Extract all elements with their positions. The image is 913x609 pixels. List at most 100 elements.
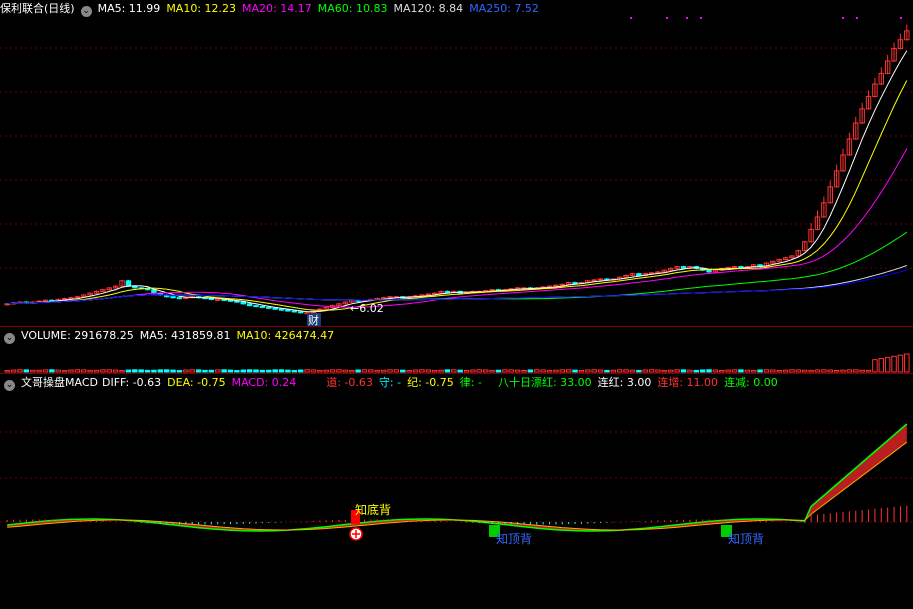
volume-bar [706, 369, 712, 373]
volume-bar [100, 369, 106, 373]
volume-bar [170, 369, 176, 373]
moving-average-lines [7, 50, 908, 313]
candle-body [234, 300, 240, 303]
volume-bar [725, 369, 731, 373]
candle-body [285, 309, 291, 312]
volume-bar [227, 369, 234, 373]
signal-dot [630, 17, 632, 19]
volume-bar [221, 369, 227, 373]
volume-bar [285, 369, 291, 373]
candle-body [559, 283, 566, 286]
volume-bar [578, 369, 585, 373]
volume-bar [674, 369, 680, 373]
volume-bar [374, 369, 380, 373]
signal-dot [686, 17, 688, 19]
volume-bar [591, 369, 597, 373]
volume-bar [348, 370, 355, 373]
volume-bar [712, 369, 719, 373]
volume-bar [49, 369, 55, 373]
volume-bars [4, 353, 910, 373]
volume-bar [431, 369, 438, 373]
candle-body [246, 303, 253, 307]
volume-bar [527, 369, 534, 373]
ma10-line [7, 80, 908, 311]
volume-bar [234, 370, 240, 373]
volume-bar [23, 369, 30, 373]
candle-body [151, 289, 157, 294]
volume-bar [808, 369, 814, 373]
volume-bar [4, 370, 10, 373]
volume-bar [521, 369, 527, 373]
low-price-label: ←6.02 [350, 302, 384, 315]
candle-body [259, 305, 266, 308]
candlestick-series [4, 24, 910, 315]
volume-bar [183, 369, 189, 373]
candle-body [272, 307, 278, 310]
volume-bar [597, 369, 604, 373]
candle-body [636, 273, 642, 276]
volume-bar [304, 369, 310, 373]
candle-body [297, 311, 304, 314]
volume-bar [853, 369, 859, 373]
volume-bar [215, 369, 221, 373]
volume-bar [61, 370, 68, 373]
volume-bar [897, 354, 904, 373]
volume-bar [616, 369, 623, 373]
candle-body [444, 290, 451, 293]
volume-bar [176, 370, 183, 373]
candle-body [431, 292, 438, 295]
volume-bar [495, 369, 502, 373]
candle-body [266, 306, 272, 309]
volume-bar [74, 369, 81, 373]
candle-body [227, 299, 234, 302]
volume-bar [770, 369, 776, 373]
volume-bar [636, 369, 642, 373]
volume-bar [559, 369, 566, 373]
stock-chart[interactable]: ←6.02 财知底背知顶背 知顶背 [0, 0, 913, 609]
volume-bar [412, 369, 419, 373]
volume-bar [457, 369, 463, 373]
volume-bar [782, 369, 789, 373]
volume-bar [323, 369, 329, 373]
top-div-label: 知顶背 [496, 532, 532, 546]
volume-bar [693, 369, 699, 373]
volume-bar [317, 369, 323, 373]
candle-body [125, 280, 132, 287]
volume-bar [208, 369, 215, 373]
volume-bar [393, 369, 400, 373]
candle-body [425, 293, 432, 296]
volume-bar [604, 369, 610, 373]
volume-bar [272, 369, 278, 373]
volume-bar [763, 369, 770, 373]
volume-bar [840, 369, 846, 373]
candle-body [132, 285, 138, 289]
volume-bar [119, 370, 125, 373]
volume-bar [814, 369, 821, 373]
volume-bar [195, 369, 202, 373]
ma20-line [7, 148, 908, 308]
volume-bar [878, 358, 885, 373]
volume-bar [846, 369, 853, 373]
volume-bar [163, 369, 170, 373]
volume-bar [29, 369, 36, 373]
volume-bar [144, 369, 151, 373]
candle-body [680, 266, 687, 269]
candle-body [215, 298, 221, 301]
volume-bar [342, 369, 349, 373]
candle-body [489, 289, 495, 292]
annotations: ←6.02 财知底背知顶背 知顶背 [307, 17, 902, 546]
candle-body [553, 284, 559, 287]
candle-body [144, 288, 151, 291]
volume-bar [36, 369, 42, 373]
volume-bar [776, 369, 782, 373]
volume-bar [546, 369, 553, 373]
volume-bar [470, 369, 476, 373]
volume-bar [132, 369, 138, 373]
volume-bar [380, 369, 387, 373]
volume-bar [629, 369, 636, 373]
volume-bar [744, 369, 751, 373]
volume-bar [253, 369, 259, 373]
candle-body [380, 297, 387, 300]
volume-bar [112, 369, 119, 373]
volume-bar [438, 369, 444, 373]
